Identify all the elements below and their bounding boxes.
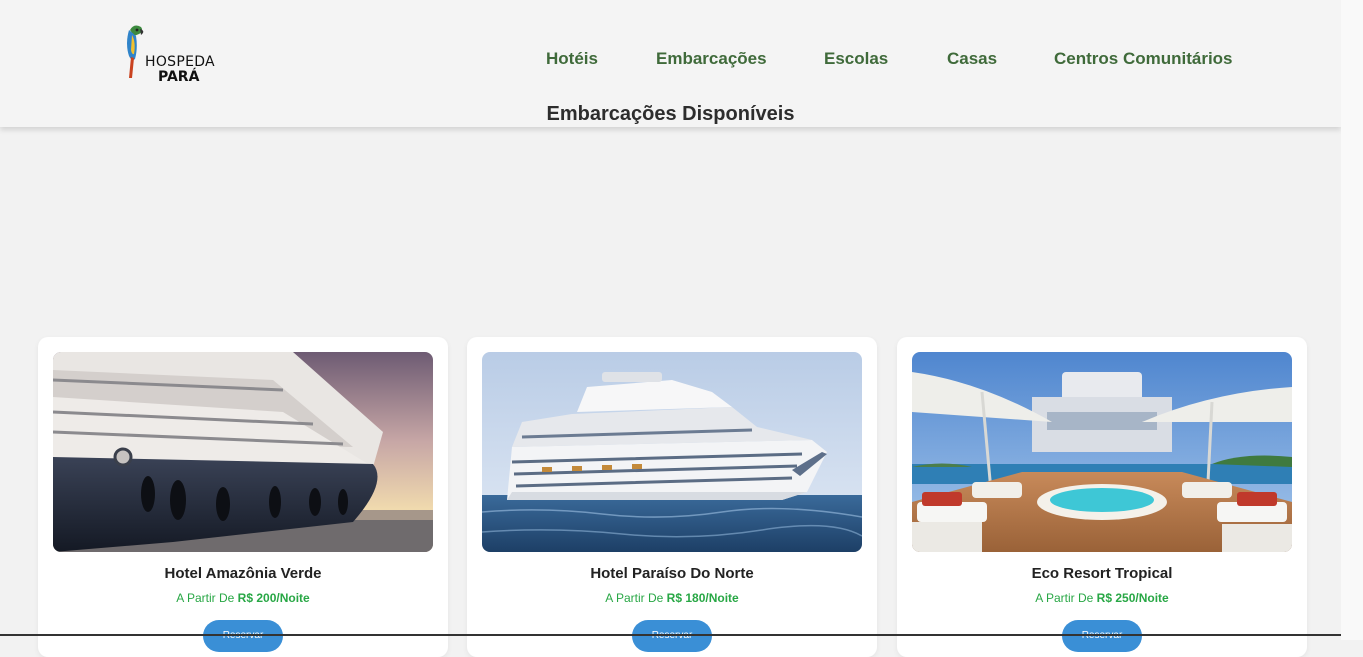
logo-text: HOSPEDA PARÁ	[145, 55, 215, 85]
listing-image[interactable]	[912, 352, 1292, 552]
price-prefix: A Partir De	[176, 591, 235, 605]
listing-image[interactable]	[482, 352, 862, 552]
reserve-button[interactable]: Reservar	[1062, 620, 1142, 652]
logo-line-1: HOSPEDA	[145, 54, 215, 70]
listing-price: A Partir De R$ 250/Noite	[897, 591, 1307, 605]
nav-centros-comunitarios[interactable]: Centros Comunitários	[1054, 49, 1233, 69]
price-value: R$ 200/Noite	[237, 591, 310, 605]
reserve-button[interactable]: Reservar	[203, 620, 283, 652]
listing-name: Hotel Paraíso Do Norte	[590, 565, 754, 582]
scrollbar-track[interactable]	[1341, 0, 1363, 640]
nav-hoteis[interactable]: Hotéis	[546, 49, 598, 69]
listing-card[interactable]: Hotel Amazônia Verde A Partir De R$ 200/…	[38, 337, 448, 657]
listing-card[interactable]: Eco Resort Tropical A Partir De R$ 250/N…	[897, 337, 1307, 657]
site-header: HOSPEDA PARÁ Hotéis Embarcações Escolas …	[0, 0, 1341, 127]
nav-escolas[interactable]: Escolas	[824, 49, 888, 69]
listing-name: Hotel Amazônia Verde	[164, 565, 322, 582]
page-title: Embarcações Disponíveis	[546, 103, 795, 125]
price-prefix: A Partir De	[605, 591, 664, 605]
logo-line-2: PARÁ	[158, 69, 200, 85]
taskbar-edge	[0, 634, 1341, 636]
listing-card[interactable]: Hotel Paraíso Do Norte A Partir De R$ 18…	[467, 337, 877, 657]
listing-image[interactable]	[53, 352, 433, 552]
price-value: R$ 180/Noite	[666, 591, 739, 605]
site-logo[interactable]: HOSPEDA PARÁ	[122, 22, 232, 88]
listing-price: A Partir De R$ 200/Noite	[38, 591, 448, 605]
nav-casas[interactable]: Casas	[947, 49, 997, 69]
listing-price: A Partir De R$ 180/Noite	[467, 591, 877, 605]
listing-name: Eco Resort Tropical	[1031, 565, 1173, 582]
price-value: R$ 250/Noite	[1096, 591, 1169, 605]
nav-embarcacoes[interactable]: Embarcações	[656, 49, 767, 69]
reserve-button[interactable]: Reservar	[632, 620, 712, 652]
price-prefix: A Partir De	[1035, 591, 1094, 605]
